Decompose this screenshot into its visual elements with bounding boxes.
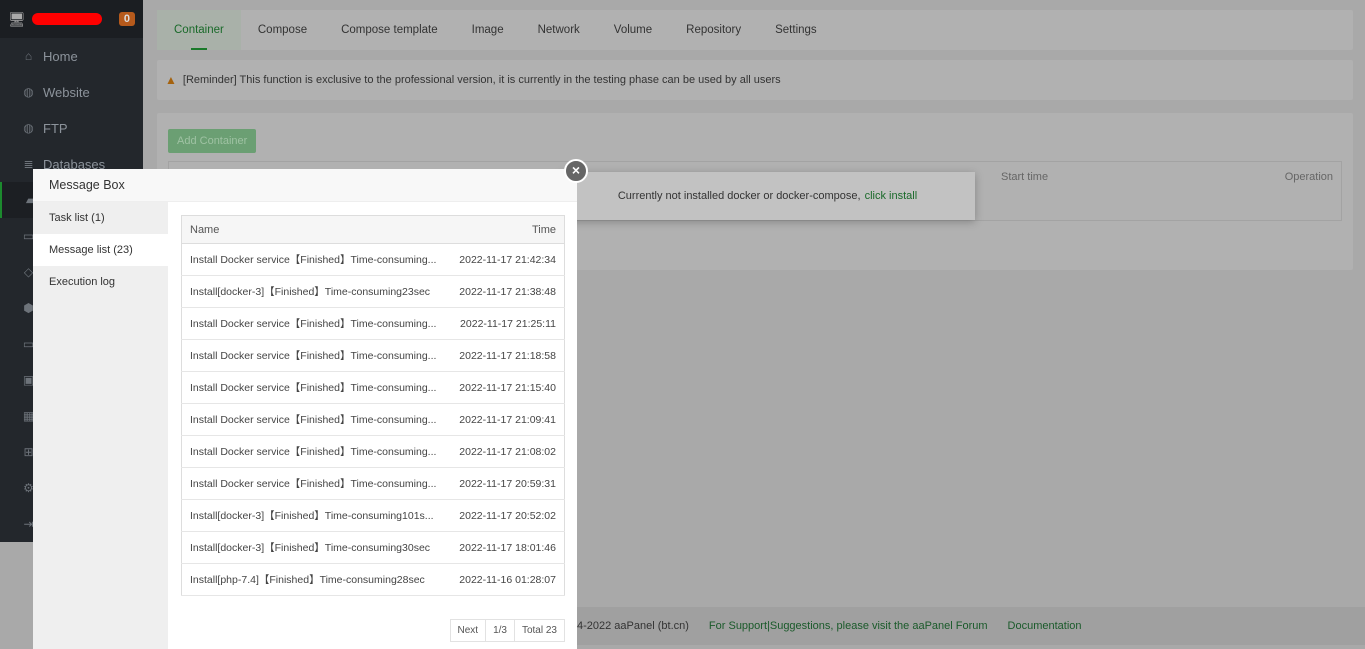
column-start-time: Start time [1001,171,1049,183]
tab-compose[interactable]: Compose [241,10,324,50]
notification-badge[interactable]: 0 [118,12,135,26]
message-name: Install Docker service【Finished】Time-con… [181,435,450,468]
table-row: Install Docker service【Finished】Time-con… [181,243,565,276]
column-operation: Operation [1284,171,1333,183]
tab-repository[interactable]: Repository [669,10,758,50]
table-row: Install[docker-3]【Finished】Time-consumin… [181,499,565,532]
dialog-nav: Task list (1) Message list (23) Execution … [33,202,168,649]
message-name: Install Docker service【Finished】Time-con… [181,243,450,276]
sidebar-item-home[interactable]: ⌂ Home [0,38,143,74]
message-name: Install[php-7.4]【Finished】Time-consuming… [181,563,450,596]
close-dialog-button[interactable]: × [564,159,588,183]
redacted-server-name [31,13,102,25]
table-row: Install Docker service【Finished】Time-con… [181,403,565,436]
tab-volume[interactable]: Volume [597,10,669,50]
reminder-banner: ▲ [Reminder] This function is exclusive … [157,60,1353,100]
dialog-title: Message Box [33,169,577,202]
dialog-nav-item[interactable]: Message list (23) [33,234,168,266]
table-row: Install Docker service【Finished】Time-con… [181,371,565,404]
documentation-link[interactable]: Documentation [1008,620,1082,632]
table-row: Install Docker service【Finished】Time-con… [181,339,565,372]
table-row: Install Docker service【Finished】Time-con… [181,435,565,468]
message-time: 2022-11-17 21:25:11 [449,307,565,340]
message-time: 2022-11-17 21:08:02 [449,435,565,468]
sidebar-item-label: Website [43,84,90,100]
table-row: Install Docker service【Finished】Time-con… [181,467,565,500]
message-time: 2022-11-17 18:01:46 [449,531,565,564]
message-time: 2022-11-17 20:52:02 [449,499,565,532]
message-name: Install Docker service【Finished】Time-con… [181,403,450,436]
click-install-link[interactable]: click install [865,190,918,202]
close-icon: × [571,162,581,178]
message-table: Name Time Install Docker service【Finishe… [181,215,565,596]
globe-icon: ◍ [23,85,34,99]
message-name: Install Docker service【Finished】Time-con… [181,307,450,340]
dialog-nav-item[interactable]: Execution log [33,266,168,298]
add-container-button[interactable]: Add Container [168,129,257,153]
sidebar-item-label: FTP [43,120,68,136]
table-row: Install Docker service【Finished】Time-con… [181,307,565,340]
docker-msg-text: Currently not installed docker or docker… [617,190,861,202]
column-time: Time [449,215,565,244]
message-name: Install[docker-3]【Finished】Time-consumin… [181,275,450,308]
sidebar-item-website[interactable]: ◍ Website [0,74,143,110]
tab-container[interactable]: Container [157,10,241,50]
next-page-button[interactable]: Next [449,619,487,642]
support-link[interactable]: For Support|Suggestions, please visit th… [709,620,988,632]
tab-bar: Container Compose Compose template Image Net… [157,10,1353,50]
sidebar-item-label: Home [43,48,78,64]
table-row: Install[docker-3]【Finished】Time-consumin… [181,531,565,564]
warning-icon: ▲ [165,73,177,87]
page-indicator: 1/3 [485,619,515,642]
message-name: Install[docker-3]【Finished】Time-consumin… [181,499,450,532]
message-box-dialog: Message Box Task list (1) Message list (2… [33,169,577,649]
message-name: Install Docker service【Finished】Time-con… [181,339,450,372]
copyright: 4-2022 aaPanel (bt.cn) [577,620,689,632]
table-row: Install[php-7.4]【Finished】Time-consuming… [181,563,565,596]
tab-image[interactable]: Image [455,10,521,50]
tab-compose-template[interactable]: Compose template [324,10,455,50]
message-time: 2022-11-17 21:09:41 [449,403,565,436]
ftp-icon: ◍ [23,121,34,135]
total-count: Total 23 [513,619,565,642]
pagination: Next 1/3 Total 23 [449,619,565,642]
dialog-nav-item[interactable]: Task list (1) [33,202,168,234]
message-time: 2022-11-17 20:59:31 [449,467,565,500]
sidebar-item-ftp[interactable]: ◍ FTP [0,110,143,146]
message-time: 2022-11-17 21:42:34 [449,243,565,276]
message-time: 2022-11-17 21:15:40 [449,371,565,404]
column-name: Name [181,215,450,244]
message-name: Install[docker-3]【Finished】Time-consumin… [181,531,450,564]
docker-not-installed-prompt: Currently not installed docker or docker… [560,172,975,220]
message-time: 2022-11-17 21:38:48 [449,275,565,308]
tab-network[interactable]: Network [521,10,597,50]
reminder-text: [Reminder] This function is exclusive to… [182,74,781,86]
message-time: 2022-11-17 21:18:58 [449,339,565,372]
home-icon: ⌂ [24,49,33,63]
table-row: Install[docker-3]【Finished】Time-consumin… [181,275,565,308]
sidebar-header: 🖥 0 [0,0,143,38]
message-name: Install Docker service【Finished】Time-con… [181,371,450,404]
message-time: 2022-11-16 01:28:07 [449,563,565,596]
message-name: Install Docker service【Finished】Time-con… [181,467,450,500]
monitor-icon: 🖥 [8,10,26,27]
tab-settings[interactable]: Settings [758,10,834,50]
